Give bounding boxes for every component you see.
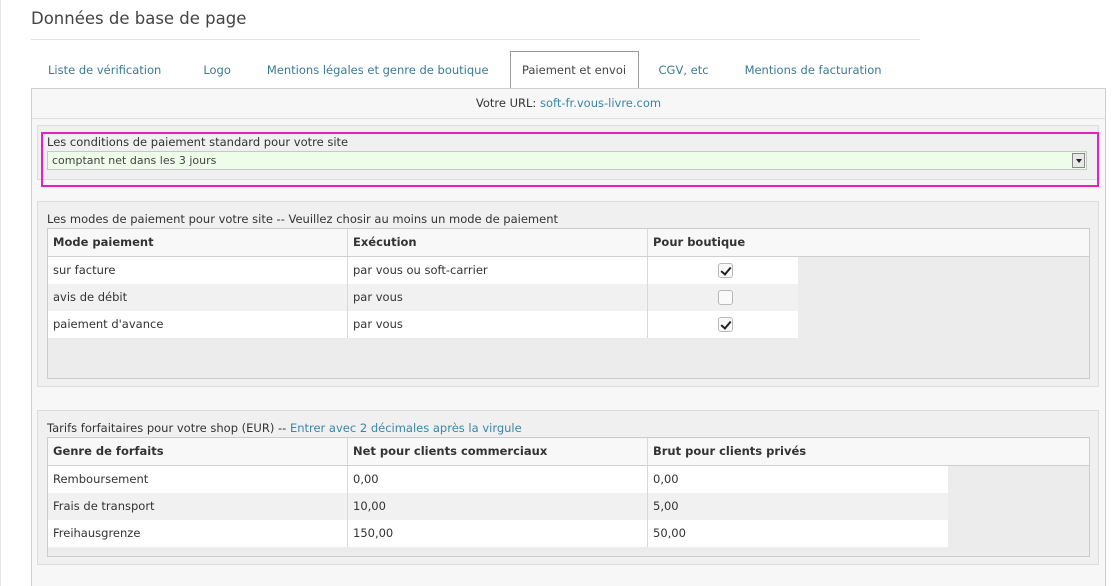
execution-cell: par vous ou soft-carrier: [348, 257, 648, 284]
gross-value-cell[interactable]: 50,00: [648, 520, 948, 547]
table-row: sur facture par vous ou soft-carrier: [48, 257, 798, 284]
tab-logo[interactable]: Logo: [178, 51, 246, 89]
tab-payment-shipping[interactable]: Paiement et envoi: [509, 51, 639, 89]
rate-type-cell: Remboursement: [48, 466, 348, 493]
column-header[interactable]: Mode paiement: [48, 229, 348, 256]
flat-rates-header: Genre de forfaits Net pour clients comme…: [48, 438, 1089, 466]
payment-conditions-select[interactable]: comptant net dans les 3 jours: [47, 151, 1087, 170]
column-header[interactable]: Brut pour clients privés: [648, 438, 1089, 465]
gross-value-cell[interactable]: 5,00: [648, 493, 948, 520]
payment-modes-label: Les modes de paiement pour votre site --…: [47, 212, 559, 226]
mode-cell: paiement d'avance: [48, 311, 348, 338]
page-title: Données de base de page: [31, 9, 247, 28]
mode-cell: sur facture: [48, 257, 348, 284]
tab-checklist[interactable]: Liste de vérification: [31, 51, 178, 89]
execution-cell: par vous: [348, 311, 648, 338]
table-row: Remboursement 0,00 0,00: [48, 466, 948, 493]
column-header[interactable]: Exécution: [348, 229, 648, 256]
title-divider: [31, 39, 920, 40]
left-border: [0, 0, 1, 586]
net-value-cell[interactable]: 10,00: [348, 493, 648, 520]
tab-terms[interactable]: CGV, etc: [639, 51, 727, 89]
table-row: Freihausgrenze 150,00 50,00: [48, 520, 948, 547]
dropdown-arrow-icon[interactable]: [1072, 153, 1085, 168]
shop-checkbox-checked[interactable]: [718, 263, 733, 278]
payment-modes-header: Mode paiement Exécution Pour boutique: [48, 229, 1089, 257]
site-url-link[interactable]: soft-fr.vous-livre.com: [540, 96, 661, 110]
tab-legal-notices[interactable]: Mentions légales et genre de boutique: [246, 51, 510, 89]
table-row: paiement d'avance par vous: [48, 311, 798, 338]
flat-rates-grid: Genre de forfaits Net pour clients comme…: [47, 437, 1090, 557]
shop-checkbox-unchecked[interactable]: [718, 290, 733, 305]
payment-conditions-label: Les conditions de paiement standard pour…: [47, 135, 349, 149]
tab-bar: Liste de vérification Logo Mentions léga…: [31, 51, 899, 89]
flat-rates-hint: Entrer avec 2 décimales après la virgule: [289, 421, 522, 435]
gross-value-cell[interactable]: 0,00: [648, 466, 948, 493]
execution-cell: par vous: [348, 284, 648, 311]
flat-rates-title: Tarifs forfaitaires pour votre shop (EUR…: [47, 421, 287, 435]
table-row: Frais de transport 10,00 5,00: [48, 493, 948, 520]
mode-cell: avis de débit: [48, 284, 348, 311]
rate-type-cell: Freihausgrenze: [48, 520, 348, 547]
flat-rates-label: Tarifs forfaitaires pour votre shop (EUR…: [47, 421, 522, 435]
net-value-cell[interactable]: 150,00: [348, 520, 648, 547]
rate-type-cell: Frais de transport: [48, 493, 348, 520]
tab-billing-notices[interactable]: Mentions de facturation: [727, 51, 899, 89]
column-header[interactable]: Pour boutique: [648, 229, 1089, 256]
payment-conditions-value: comptant net dans les 3 jours: [52, 154, 217, 167]
payment-modes-grid: Mode paiement Exécution Pour boutique su…: [47, 228, 1090, 379]
net-value-cell[interactable]: 0,00: [348, 466, 648, 493]
url-row: Votre URL: soft-fr.vous-livre.com: [32, 89, 1105, 119]
shop-checkbox-checked[interactable]: [718, 317, 733, 332]
shop-cell: [648, 284, 798, 311]
table-row: avis de débit par vous: [48, 284, 798, 311]
column-header[interactable]: Genre de forfaits: [48, 438, 348, 465]
shop-cell: [648, 257, 798, 284]
shop-cell: [648, 311, 798, 338]
url-label: Votre URL:: [475, 96, 537, 110]
column-header[interactable]: Net pour clients commerciaux: [348, 438, 648, 465]
